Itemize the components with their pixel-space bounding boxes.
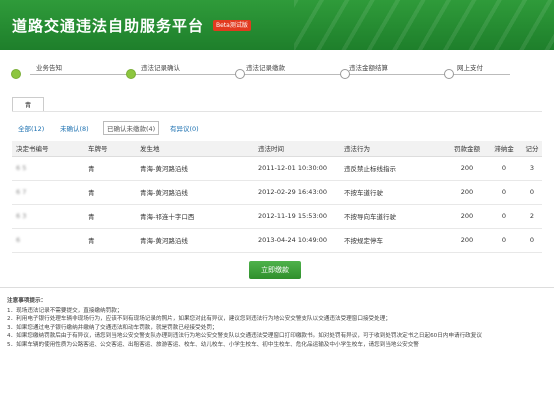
cell-time: 2012-11-19 15:53:00 <box>254 204 340 229</box>
note-item: 5．如果车辆的使用性质为公路客运、公交客运、出租客运、旅游客运、校车、幼儿校车、… <box>7 341 419 348</box>
col-points: 记分 <box>522 141 542 157</box>
cell-points: 0 <box>522 228 542 253</box>
cell-id: 6 7 <box>12 180 84 205</box>
cell-points: 3 <box>522 156 542 181</box>
filter-disputed[interactable]: 有异议(0) <box>170 123 199 133</box>
cell-plate: 青 <box>84 156 136 181</box>
cell-action: 不按规定停车 <box>340 228 448 253</box>
cell-fine: 200 <box>448 228 486 253</box>
table-header-row: 决定书编号 车牌号 发生地 违法时间 违法行为 罚款金额 滞纳金 记分 <box>12 141 542 157</box>
col-late: 滞纳金 <box>486 141 522 157</box>
cell-time: 2012-02-29 16:43:00 <box>254 180 340 205</box>
cell-place: 青海-祁连十字口西 <box>136 204 254 229</box>
violations-table: 决定书编号 车牌号 发生地 违法时间 违法行为 罚款金额 滞纳金 记分 6 5 … <box>12 141 542 253</box>
cell-action: 不按车道行驶 <box>340 180 448 205</box>
cell-place: 青海-黄河路沿线 <box>136 228 254 253</box>
step-label-4: 违法金额结算 <box>349 64 388 72</box>
step-dot-5 <box>444 69 454 79</box>
pay-now-button[interactable]: 立即缴款 <box>249 261 301 279</box>
cell-plate: 青 <box>84 180 136 205</box>
step-label-1: 业务告知 <box>36 64 62 72</box>
cell-late: 0 <box>486 156 522 181</box>
app-header: 道路交通违法自助服务平台 Beta测试版 <box>0 0 554 50</box>
filter-unconfirmed[interactable]: 未确认(8) <box>60 123 89 133</box>
plate-tab[interactable]: 青 <box>12 97 44 111</box>
cell-id: 6 5 <box>12 156 84 181</box>
cell-fine: 200 <box>448 180 486 205</box>
cell-plate: 青 <box>84 228 136 253</box>
cell-plate: 青 <box>84 204 136 229</box>
col-place: 发生地 <box>136 141 254 157</box>
cell-time: 2011-12-01 10:30:00 <box>254 156 340 181</box>
cell-late: 0 <box>486 180 522 205</box>
col-id: 决定书编号 <box>12 141 84 157</box>
cell-late: 0 <box>486 228 522 253</box>
cell-fine: 200 <box>448 204 486 229</box>
table-row[interactable]: 6 3 青 青海-祁连十字口西 2012-11-19 15:53:00 不按导向… <box>12 204 542 229</box>
filter-all[interactable]: 全部(12) <box>18 123 44 133</box>
cell-fine: 200 <box>448 156 486 181</box>
step-dot-3 <box>235 69 245 79</box>
page-title: 道路交通违法自助服务平台 <box>12 17 205 35</box>
col-plate: 车牌号 <box>84 141 136 157</box>
beta-badge: Beta测试版 <box>213 20 251 31</box>
cell-place: 青海-黄河路沿线 <box>136 156 254 181</box>
col-action: 违法行为 <box>340 141 448 157</box>
notes-title: 注意事项提示： <box>7 298 47 304</box>
step-dot-2 <box>126 69 136 79</box>
notes-section: 注意事项提示： 1．现场违法记录不需要提交，直接缴纳罚款； 2．利用电子银行处理… <box>7 297 547 350</box>
cell-action: 违反禁止标线指示 <box>340 156 448 181</box>
note-item: 2．利用电子银行处理车辆非现场行为，应该不到有现场记录的照片，如果您对此有异议，… <box>7 316 391 323</box>
cell-points: 2 <box>522 204 542 229</box>
section-divider <box>0 287 554 288</box>
cell-id: 6 3 <box>12 204 84 229</box>
col-time: 违法时间 <box>254 141 340 157</box>
step-label-3: 违法记录缴款 <box>246 64 285 72</box>
header-decoration <box>294 0 554 50</box>
table-row[interactable]: 6 7 青 青海-黄河路沿线 2012-02-29 16:43:00 不按车道行… <box>12 180 542 205</box>
step-line <box>30 74 510 75</box>
cell-points: 0 <box>522 180 542 205</box>
cell-late: 0 <box>486 204 522 229</box>
filter-confirmed-unpaid[interactable]: 已确认未缴款(4) <box>103 121 160 135</box>
progress-steps: 业务告知 违法记录确认 违法记录缴款 违法金额结算 网上支付 <box>0 54 554 84</box>
cell-action: 不按导向车道行驶 <box>340 204 448 229</box>
table-row[interactable]: 6 5 青 青海-黄河路沿线 2011-12-01 10:30:00 违反禁止标… <box>12 156 542 181</box>
note-item: 4．如果您缴纳罚款后由于有异议，请您到当地公安交警支队办理到违法行为地公安交警支… <box>7 333 482 340</box>
cell-place: 青海-黄河路沿线 <box>136 180 254 205</box>
cell-id: 6 <box>12 228 84 253</box>
step-label-2: 违法记录确认 <box>141 64 180 72</box>
note-item: 3．如果您通过电子银行缴纳并缴纳了交通违法和动车罚款，就是罚款已经接受处罚； <box>7 324 218 331</box>
note-item: 1．现场违法记录不需要提交，直接缴纳罚款； <box>7 307 123 314</box>
table-row[interactable]: 6 青 青海-黄河路沿线 2013-04-24 10:49:00 不按规定停车 … <box>12 228 542 253</box>
tab-divider <box>12 111 542 112</box>
step-dot-1 <box>11 69 21 79</box>
step-label-5: 网上支付 <box>457 64 483 72</box>
cell-time: 2013-04-24 10:49:00 <box>254 228 340 253</box>
col-fine: 罚款金额 <box>448 141 486 157</box>
